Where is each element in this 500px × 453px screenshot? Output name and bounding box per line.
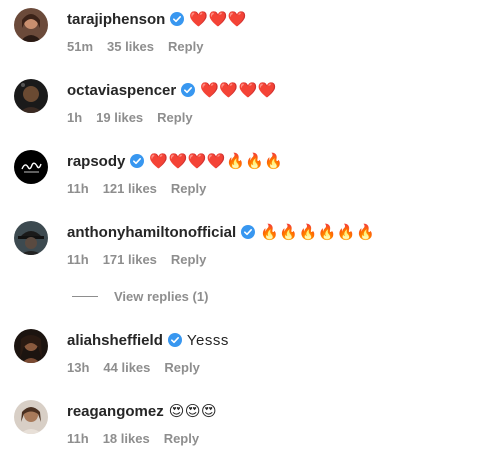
verified-badge-icon: [167, 333, 182, 347]
username[interactable]: rapsody: [67, 153, 125, 170]
comment-time[interactable]: 1h: [67, 110, 82, 125]
verified-badge-icon: [241, 225, 256, 239]
avatar[interactable]: [14, 221, 48, 255]
username[interactable]: tarajiphenson: [67, 11, 165, 28]
likes-count[interactable]: 121 likes: [103, 181, 157, 196]
divider-line: [72, 295, 98, 297]
reply-button[interactable]: Reply: [168, 39, 203, 54]
comment-text: ❤️❤️❤️: [189, 11, 247, 28]
comment-time[interactable]: 13h: [67, 360, 89, 375]
comment-item: tarajiphenson ❤️❤️❤️ 51m 35 likes Reply: [0, 8, 500, 68]
avatar[interactable]: [14, 400, 48, 434]
comment-text: ❤️❤️❤️❤️🔥🔥🔥: [149, 153, 284, 170]
comment-time[interactable]: 51m: [67, 39, 93, 54]
comment-item: anthonyhamiltonofficial 🔥🔥🔥🔥🔥🔥 11h 171 li…: [0, 221, 500, 281]
comment-item: aliahsheffield Yesss 13h 44 likes Reply: [0, 329, 500, 389]
comment-time[interactable]: 11h: [67, 252, 89, 267]
comment-text: 😍😍😍: [168, 403, 218, 420]
comment-item: octaviaspencer ❤️❤️❤️❤️ 1h 19 likes Reply: [0, 79, 500, 139]
comment-item: rapsody ❤️❤️❤️❤️🔥🔥🔥 11h 121 likes Reply: [0, 150, 500, 210]
likes-count[interactable]: 44 likes: [103, 360, 150, 375]
avatar[interactable]: [14, 79, 48, 113]
view-replies-button[interactable]: View replies (1): [72, 287, 208, 305]
likes-count[interactable]: 171 likes: [103, 252, 157, 267]
username[interactable]: anthonyhamiltonofficial: [67, 224, 236, 241]
comments-list: tarajiphenson ❤️❤️❤️ 51m 35 likes Reply oc…: [0, 0, 500, 453]
reply-button[interactable]: Reply: [157, 110, 192, 125]
reply-button[interactable]: Reply: [164, 360, 199, 375]
likes-count[interactable]: 19 likes: [96, 110, 143, 125]
reply-button[interactable]: Reply: [171, 181, 206, 196]
verified-badge-icon: [181, 83, 196, 97]
view-replies-label: View replies (1): [114, 288, 209, 304]
verified-badge-icon: [170, 12, 185, 26]
avatar[interactable]: [14, 150, 48, 184]
comment-time[interactable]: 11h: [67, 181, 89, 196]
verified-badge-icon: [130, 154, 145, 168]
comment-text: 🔥🔥🔥🔥🔥🔥: [260, 224, 376, 241]
reply-button[interactable]: Reply: [171, 252, 206, 267]
comment-time[interactable]: 11h: [67, 431, 89, 446]
comment-text: ❤️❤️❤️❤️: [200, 82, 277, 99]
comment-text: Yesss: [186, 331, 229, 349]
username[interactable]: octaviaspencer: [67, 82, 176, 99]
avatar[interactable]: [14, 329, 48, 363]
username[interactable]: reagangomez: [67, 403, 164, 420]
comment-item: reagangomez 😍😍😍 11h 18 likes Reply: [0, 400, 500, 453]
avatar[interactable]: [14, 8, 48, 42]
username[interactable]: aliahsheffield: [67, 332, 163, 349]
likes-count[interactable]: 35 likes: [107, 39, 154, 54]
likes-count[interactable]: 18 likes: [103, 431, 150, 446]
reply-button[interactable]: Reply: [164, 431, 199, 446]
